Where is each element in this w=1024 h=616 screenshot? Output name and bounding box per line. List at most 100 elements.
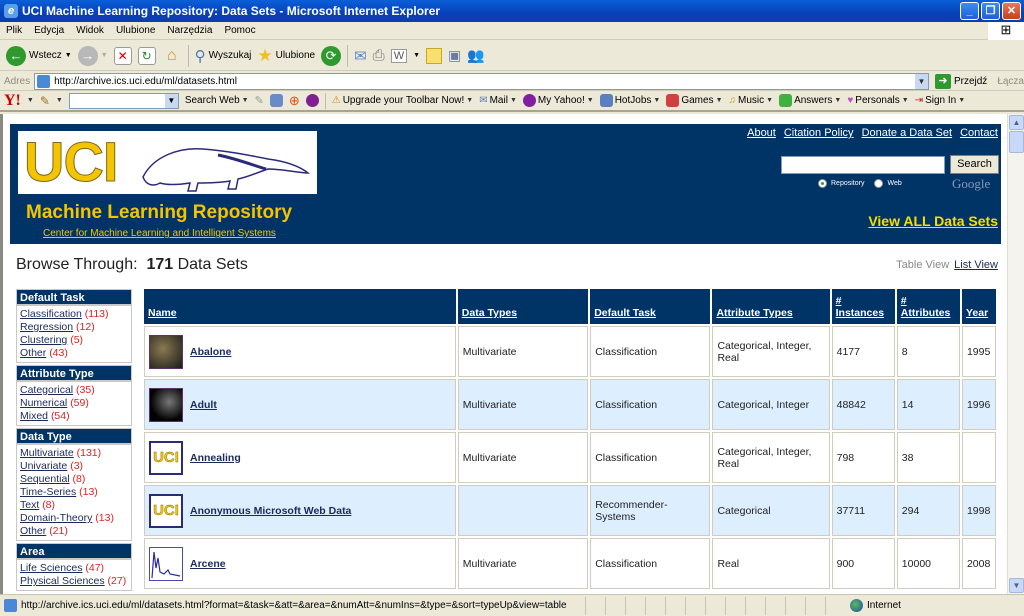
col-data-types[interactable]: Data Types	[457, 289, 589, 324]
dataset-link[interactable]: Arcene	[190, 558, 226, 570]
my-yahoo-button[interactable]: My Yahoo! ▼	[522, 94, 594, 107]
chevron-down-icon[interactable]: ▼	[56, 97, 63, 104]
menu-pomoc[interactable]: Pomoc	[224, 25, 255, 36]
donate-link[interactable]: Donate a Data Set	[862, 127, 953, 139]
filter-link[interactable]: Other	[20, 347, 46, 359]
site-search-input[interactable]	[781, 156, 945, 174]
sign-in-button[interactable]: ⇥ Sign In ▼	[915, 95, 965, 106]
cml-link[interactable]: Center for Machine Learning and Intellig…	[43, 228, 276, 239]
menu-plik[interactable]: Plik	[6, 25, 22, 36]
chevron-down-icon[interactable]: ▼	[164, 93, 178, 108]
links-label[interactable]: Łącza	[997, 76, 1024, 87]
print-icon[interactable]: ⎙	[373, 47, 385, 64]
address-input[interactable]: http://archive.ics.uci.edu/ml/datasets.h…	[34, 72, 929, 90]
vertical-scrollbar[interactable]: ▲ ▼	[1007, 114, 1024, 594]
mail-icon[interactable]: ✉	[354, 47, 367, 65]
antispy-icon[interactable]: ⊕	[289, 93, 300, 109]
col-year[interactable]: Year	[961, 289, 996, 324]
dataset-link[interactable]: Anonymous Microsoft Web Data	[190, 505, 351, 517]
filter-link[interactable]: Categorical	[20, 384, 73, 396]
stop-icon[interactable]: ✕	[113, 46, 132, 65]
podcast-icon[interactable]	[305, 94, 319, 107]
page-icon	[37, 74, 51, 88]
filter-link[interactable]: Text	[20, 499, 39, 511]
chevron-down-icon[interactable]: ▼	[914, 73, 928, 89]
scroll-up-icon[interactable]: ▲	[1009, 115, 1024, 130]
citation-policy-link[interactable]: Citation Policy	[784, 127, 854, 139]
favorites-button[interactable]: ★ Ulubione	[257, 44, 315, 68]
note-icon[interactable]	[426, 47, 443, 64]
upgrade-toolbar-button[interactable]: ⚠ Upgrade your Toolbar Now! ▼	[332, 95, 473, 106]
col-instances[interactable]: # Instances	[831, 289, 895, 324]
dataset-thumbnail-icon[interactable]	[149, 334, 183, 369]
menu-narzedzia[interactable]: Narzędzia	[167, 25, 212, 36]
scroll-thumb[interactable]	[1009, 131, 1024, 153]
filter-link[interactable]: Sequential	[20, 473, 70, 485]
refresh-icon[interactable]: ↻	[137, 46, 156, 65]
personals-button[interactable]: ♥ Personals ▼	[847, 95, 908, 106]
search-button[interactable]: ⚲ Wyszukaj	[195, 44, 252, 68]
dataset-thumbnail-icon[interactable]: UCI	[149, 493, 183, 528]
go-button[interactable]: ➜ Przejdź	[934, 73, 987, 89]
search-web-button[interactable]: Search Web ▼	[185, 95, 249, 106]
web-radio[interactable]	[874, 179, 884, 188]
games-button[interactable]: Games ▼	[666, 94, 723, 107]
filter-link[interactable]: Physical Sciences	[20, 575, 105, 587]
music-button[interactable]: ♫ Music ▼	[729, 95, 774, 106]
answers-button[interactable]: Answers ▼	[779, 94, 841, 107]
about-link[interactable]: About	[747, 127, 776, 139]
site-search-button[interactable]: Search	[950, 155, 999, 174]
col-attributes[interactable]: # Attributes	[896, 289, 960, 324]
filter-link[interactable]: Univariate	[20, 460, 67, 472]
filter-link[interactable]: Multivariate	[20, 447, 74, 459]
minimize-button[interactable]: _	[960, 2, 979, 20]
chevron-down-icon[interactable]: ▼	[413, 52, 420, 59]
back-button[interactable]: ← Wstecz ▼	[6, 44, 72, 68]
yahoo-search-input[interactable]: ▼	[68, 92, 179, 109]
filter-link[interactable]: Regression	[20, 321, 73, 333]
table-row: UCI Anonymous Microsoft Web Data Recommend…	[144, 485, 996, 536]
history-icon[interactable]: ⟳	[321, 45, 342, 66]
filter-link[interactable]: Numerical	[20, 397, 67, 409]
mail-button[interactable]: ✉ Mail ▼	[479, 95, 517, 106]
pencil-icon[interactable]: ✎	[255, 94, 264, 107]
menu-ulubione[interactable]: Ulubione	[116, 25, 155, 36]
chevron-down-icon[interactable]: ▼	[27, 97, 34, 104]
messenger-icon[interactable]: 👥	[467, 47, 484, 64]
filter-link[interactable]: Domain-Theory	[20, 512, 92, 524]
dataset-thumbnail-icon[interactable]	[149, 387, 183, 422]
filter-link[interactable]: Time-Series	[20, 486, 76, 498]
dataset-link[interactable]: Annealing	[190, 452, 241, 464]
chevron-down-icon: ▼	[586, 97, 594, 104]
uci-logo[interactable]: UCI	[18, 131, 317, 194]
col-name[interactable]: Name	[144, 289, 456, 324]
list-view-link[interactable]: List View	[954, 259, 998, 271]
close-button[interactable]: ✕	[1002, 2, 1021, 20]
dataset-link[interactable]: Adult	[190, 399, 217, 411]
menu-edycja[interactable]: Edycja	[34, 25, 64, 36]
pencil-icon[interactable]: ✎	[40, 94, 50, 108]
menu-widok[interactable]: Widok	[76, 25, 104, 36]
edit-icon[interactable]: W	[390, 48, 408, 63]
col-default-task[interactable]: Default Task	[590, 289, 711, 324]
filter-link[interactable]: Other	[20, 525, 46, 537]
hotjobs-button[interactable]: HotJobs ▼	[599, 94, 660, 107]
yahoo-logo-icon[interactable]: Y!	[4, 92, 21, 110]
dataset-thumbnail-icon[interactable]: UCI	[149, 440, 183, 475]
filter-link[interactable]: Mixed	[20, 410, 48, 422]
contact-link[interactable]: Contact	[960, 127, 998, 139]
filter-link[interactable]: Life Sciences	[20, 562, 82, 574]
dataset-link[interactable]: Abalone	[190, 346, 231, 358]
research-icon[interactable]: ▣	[448, 47, 461, 64]
forward-button[interactable]: → ▼	[77, 44, 108, 68]
home-icon[interactable]: ⌂	[162, 46, 182, 66]
dataset-thumbnail-icon[interactable]	[149, 546, 183, 581]
restore-button[interactable]: ❐	[981, 2, 1000, 20]
view-all-link[interactable]: View ALL Data Sets	[868, 213, 998, 229]
bookmarks-icon[interactable]	[269, 94, 283, 107]
repository-radio[interactable]	[818, 179, 827, 188]
filter-link[interactable]: Classification	[20, 308, 82, 320]
scroll-down-icon[interactable]: ▼	[1009, 578, 1024, 593]
filter-link[interactable]: Clustering	[20, 334, 67, 346]
col-attribute-types[interactable]: Attribute Types	[712, 289, 830, 324]
